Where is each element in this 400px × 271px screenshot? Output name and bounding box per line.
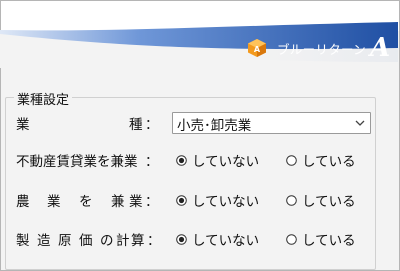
brand-logo: A ブルーリターン A — [247, 35, 390, 61]
logo-icon: A — [248, 39, 266, 57]
agriculture-label-char: 業 — [129, 194, 143, 210]
radio-label: している — [302, 233, 356, 249]
agriculture-no-radio[interactable]: していない — [176, 190, 259, 210]
industry-select-value: 小売･卸売業 — [177, 118, 252, 134]
brand-mark: A — [369, 33, 391, 63]
radio-label: している — [302, 194, 356, 210]
agriculture-label-char: 兼 — [111, 194, 125, 210]
agriculture-label-char: を — [79, 194, 93, 210]
radio-unselected-icon — [286, 194, 297, 206]
manufacturing-cost-label-char: 原 — [58, 233, 72, 249]
radio-label: していない — [192, 233, 260, 249]
radio-label: していない — [192, 154, 260, 170]
manufacturing-cost-yes-radio[interactable]: している — [286, 229, 356, 249]
radio-label: していない — [192, 194, 260, 210]
real-estate-rental-label: 不動産賃貸業を兼業 — [16, 154, 138, 170]
real-estate-rental-colon: ： — [145, 154, 159, 170]
radio-selected-icon — [176, 233, 187, 245]
agriculture-colon: ： — [145, 194, 159, 210]
agriculture-yes-radio[interactable]: している — [286, 190, 356, 210]
agriculture-label-char: 農 — [16, 194, 30, 210]
radio-unselected-icon — [286, 154, 297, 166]
manufacturing-cost-label-char: 価 — [79, 233, 93, 249]
industry-label-char: 業 — [16, 117, 30, 133]
manufacturing-cost-label-char: 算 — [131, 233, 145, 249]
group-title: 業種設定 — [14, 89, 73, 108]
radio-selected-icon — [176, 194, 187, 206]
real-estate-rental-no-radio[interactable]: していない — [176, 150, 259, 170]
real-estate-rental-yes-radio[interactable]: している — [286, 150, 356, 170]
manufacturing-cost-label-char: 造 — [37, 233, 51, 249]
agriculture-label-char: 業 — [47, 194, 61, 210]
manufacturing-cost-label-char: 計 — [116, 233, 130, 249]
industry-colon: ： — [145, 117, 159, 133]
radio-selected-icon — [176, 154, 187, 166]
industry-label-char: 種 — [129, 117, 143, 133]
manufacturing-cost-no-radio[interactable]: していない — [176, 229, 259, 249]
manufacturing-cost-colon: ： — [147, 233, 161, 249]
brand-name: ブルーリターン — [277, 41, 366, 57]
radio-unselected-icon — [286, 233, 297, 245]
svg-text:A: A — [254, 45, 261, 54]
radio-label: している — [302, 154, 356, 170]
industry-select[interactable]: 小売･卸売業 — [172, 112, 371, 134]
manufacturing-cost-label-char: 製 — [16, 233, 30, 249]
chevron-down-icon — [355, 120, 365, 126]
manufacturing-cost-label-char: の — [100, 233, 114, 249]
